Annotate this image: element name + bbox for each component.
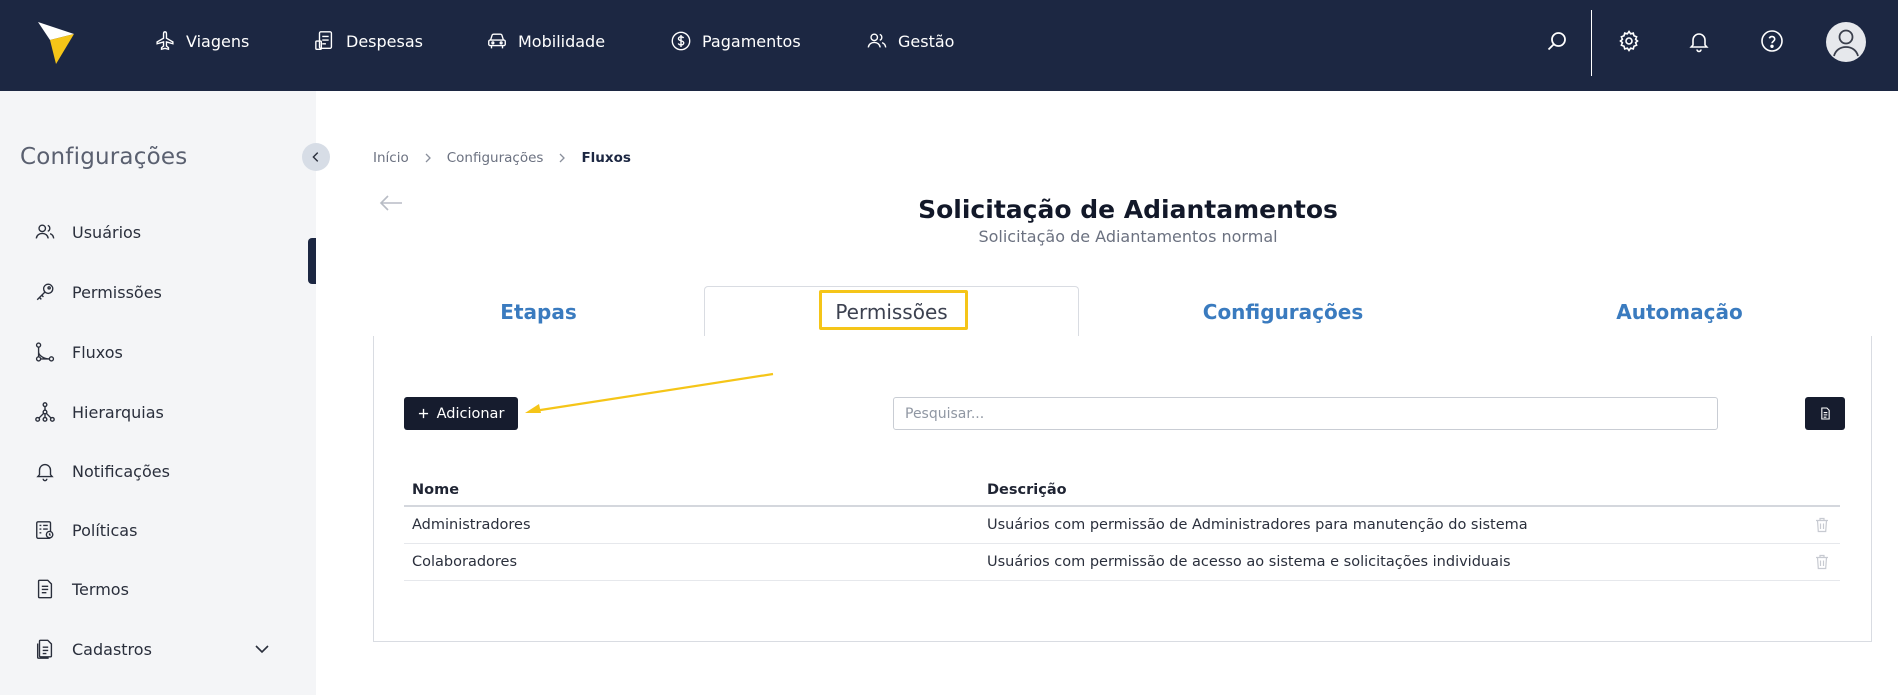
sidebar-item-termos[interactable]: Termos (34, 575, 284, 603)
row-description: Usuários com permissão de Administradore… (987, 517, 1528, 533)
nav-mobilidade[interactable]: Mobilidade (486, 28, 605, 54)
sidebar-item-notificacoes[interactable]: Notificações (34, 457, 284, 485)
sidebar-item-politicas[interactable]: Políticas (34, 516, 284, 544)
sidebar-title: Configurações (20, 144, 188, 170)
bell-icon (1689, 33, 1709, 53)
plus-icon (418, 408, 428, 419)
avatar[interactable] (1826, 22, 1866, 62)
key-icon (36, 283, 54, 301)
column-header-nome[interactable]: Nome (412, 482, 459, 498)
top-navigation-bar: Viagens Despesas Mobilidade Pagamentos G… (0, 0, 1898, 91)
row-description: Usuários com permissão de acesso ao sist… (987, 554, 1511, 570)
sidebar-item-hierarquias[interactable]: Hierarquias (34, 398, 284, 426)
nav-label: Pagamentos (702, 31, 801, 51)
breadcrumb: Início Configurações Fluxos (373, 150, 631, 166)
page-subtitle: Solicitação de Adiantamentos normal (978, 227, 1278, 246)
sidebar-item-label: Cadastros (72, 639, 152, 659)
sidebar-item-label: Hierarquias (72, 402, 164, 422)
tab-permissoes[interactable]: Permissões (704, 286, 1079, 337)
table-header: Nome Descrição (404, 475, 1840, 507)
nav-despesas[interactable]: Despesas (314, 28, 423, 54)
plane-icon (156, 31, 174, 51)
column-header-descricao[interactable]: Descrição (987, 482, 1067, 498)
nav-label: Gestão (898, 31, 955, 51)
search-button[interactable] (1544, 28, 1570, 54)
users-icon (867, 33, 887, 48)
help-button[interactable] (1759, 28, 1785, 54)
car-icon (488, 33, 506, 49)
dollar-circle-icon (671, 31, 691, 51)
nav-label: Viagens (186, 31, 250, 51)
table-row[interactable]: Administradores Usuários com permissão d… (404, 507, 1840, 544)
tab-etapas[interactable]: Etapas (373, 286, 704, 337)
logo-icon[interactable] (36, 18, 76, 66)
chevron-left-icon (312, 152, 319, 162)
help-icon (1761, 30, 1783, 52)
document-icon (37, 579, 53, 599)
breadcrumb-inicio[interactable]: Início (373, 150, 409, 166)
breadcrumb-configuracoes[interactable]: Configurações (447, 150, 544, 166)
row-name: Administradores (412, 517, 531, 533)
sidebar-item-label: Políticas (72, 520, 138, 540)
sidebar: Configurações Usuários Permissões Fluxos… (0, 91, 330, 695)
avatar-icon (1833, 29, 1859, 57)
chevron-down-icon[interactable] (252, 639, 272, 659)
table-row[interactable]: Colaboradores Usuários com permissão de … (404, 544, 1840, 581)
add-button-label: Adicionar (436, 405, 505, 422)
collapse-sidebar-button[interactable] (302, 143, 330, 171)
tab-bar: Etapas Permissões Configurações Automaçã… (373, 286, 1872, 337)
chevron-right-icon (559, 153, 566, 163)
row-name: Colaboradores (412, 554, 518, 570)
nav-label: Mobilidade (518, 31, 606, 51)
policy-icon (36, 521, 54, 539)
sidebar-item-fluxos[interactable]: Fluxos (34, 338, 284, 366)
nav-label: Despesas (346, 31, 423, 51)
receipt-icon (315, 31, 333, 50)
nav-pagamentos[interactable]: Pagamentos (670, 28, 801, 54)
gear-icon (1619, 30, 1639, 52)
trash-icon[interactable] (1815, 554, 1829, 570)
sidebar-item-label: Notificações (72, 461, 170, 481)
breadcrumb-current: Fluxos (581, 150, 631, 166)
settings-button[interactable] (1616, 28, 1642, 54)
bell-icon (36, 463, 54, 482)
tab-automacao[interactable]: Automação (1487, 286, 1872, 337)
nav-gestao[interactable]: Gestão (866, 28, 954, 54)
search-input[interactable] (893, 397, 1718, 430)
document-icon (1820, 407, 1830, 420)
chevron-right-icon (425, 153, 431, 163)
export-button[interactable] (1805, 397, 1845, 430)
add-button[interactable]: Adicionar (404, 397, 518, 430)
sidebar-item-label: Permissões (72, 282, 162, 302)
hierarchy-icon (35, 402, 55, 422)
search-icon (1547, 32, 1566, 51)
flow-icon (35, 342, 55, 362)
toolbar-divider (1591, 10, 1592, 76)
tab-configuracoes[interactable]: Configurações (1079, 286, 1487, 337)
sidebar-item-label: Fluxos (72, 342, 123, 362)
permissions-table: Nome Descrição Administradores Usuários … (404, 475, 1840, 581)
nav-viagens[interactable]: Viagens (154, 28, 249, 54)
register-icon (36, 639, 53, 659)
sidebar-item-permissoes[interactable]: Permissões (34, 278, 284, 306)
sidebar-item-label: Termos (72, 579, 129, 599)
notifications-button[interactable] (1686, 28, 1712, 54)
sidebar-item-cadastros[interactable]: Cadastros (34, 635, 284, 663)
page-title: Solicitação de Adiantamentos (918, 195, 1338, 224)
trash-icon[interactable] (1815, 517, 1829, 533)
